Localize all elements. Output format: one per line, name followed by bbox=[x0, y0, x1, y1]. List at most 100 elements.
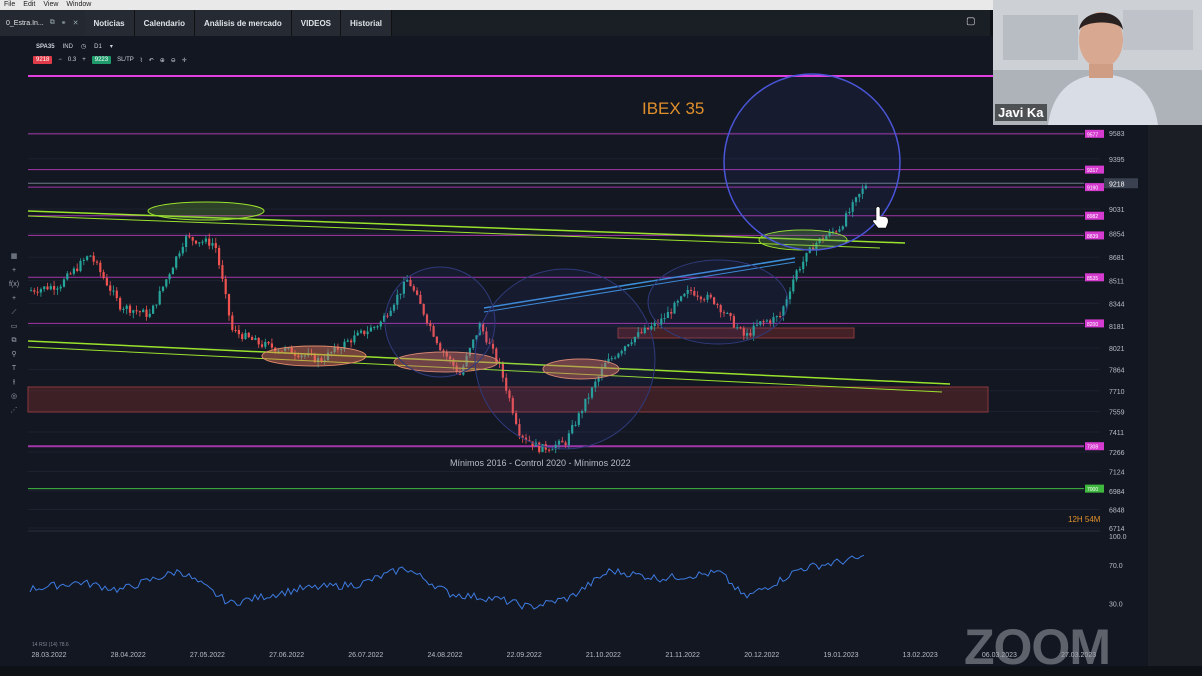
candle-body bbox=[204, 238, 207, 242]
price-tick: 6714 bbox=[1109, 526, 1125, 533]
rsi-line bbox=[29, 554, 865, 610]
candle-body bbox=[171, 267, 174, 275]
candle-body bbox=[201, 241, 204, 243]
zoom-out-icon[interactable]: ⊖ bbox=[171, 57, 176, 64]
level-badge-label: 9577 bbox=[1087, 132, 1098, 138]
buy-button[interactable]: 9223 bbox=[91, 56, 112, 64]
crosshair-tool-icon[interactable]: + bbox=[12, 294, 16, 304]
candle-body bbox=[125, 305, 128, 309]
candle-body bbox=[168, 274, 171, 280]
countdown-timer: 12H 54M bbox=[1068, 515, 1101, 524]
candle-body bbox=[805, 252, 808, 262]
undo-icon[interactable]: ↶ bbox=[149, 57, 154, 64]
candle-body bbox=[161, 286, 165, 292]
candle-body bbox=[138, 311, 141, 313]
rsi-tick: 70.0 bbox=[1109, 563, 1123, 570]
fib-icon[interactable]: ⫲ bbox=[13, 378, 15, 388]
price-tick: 7124 bbox=[1109, 470, 1125, 477]
tab-analisis[interactable]: Análisis de mercado bbox=[194, 10, 292, 36]
menu-file[interactable]: File bbox=[4, 0, 15, 10]
crosshair-icon[interactable]: ✛ bbox=[182, 57, 187, 64]
price-tick: 9583 bbox=[1109, 131, 1125, 138]
candle-body bbox=[350, 340, 353, 343]
candle-body bbox=[198, 242, 201, 244]
line-tool-icon[interactable]: ⟋ bbox=[12, 308, 17, 318]
webcam-video: Javi Ka bbox=[993, 0, 1202, 125]
candle-body bbox=[92, 255, 95, 262]
link-icon[interactable]: ⚭ bbox=[61, 19, 67, 27]
candle-body bbox=[128, 305, 132, 313]
share-icon[interactable]: ⋰ bbox=[11, 406, 18, 416]
candle-body bbox=[188, 236, 191, 238]
magnet-icon[interactable]: ⚲ bbox=[11, 350, 16, 360]
function-icon[interactable]: f(x) bbox=[9, 280, 19, 290]
candle-body bbox=[43, 286, 46, 290]
candle-body bbox=[142, 309, 145, 313]
candle-body bbox=[241, 334, 244, 340]
drawing-tools: ▦ + f(x) + ⟋ ▭ ⧉ ⚲ T ⫲ ◎ ⋰ bbox=[6, 252, 22, 416]
price-tick: 8681 bbox=[1109, 255, 1125, 262]
candle-body bbox=[224, 278, 227, 295]
candle-body bbox=[135, 310, 138, 312]
eye-icon[interactable]: ◎ bbox=[11, 392, 17, 402]
price-tick: 9031 bbox=[1109, 207, 1125, 214]
zoom-in-icon[interactable]: ⊕ bbox=[160, 57, 165, 64]
tab-historial[interactable]: Historial bbox=[341, 10, 393, 36]
sell-button[interactable]: 9218 bbox=[33, 56, 53, 64]
layers-icon[interactable]: ⧉ bbox=[12, 336, 17, 346]
market-label: IND bbox=[62, 43, 73, 50]
price-tick: 8021 bbox=[1109, 346, 1125, 353]
add-icon[interactable]: + bbox=[12, 266, 16, 276]
rectangle-icon[interactable]: ▭ bbox=[11, 322, 18, 332]
candle-body bbox=[208, 238, 211, 246]
price-tick: 7411 bbox=[1109, 430, 1124, 437]
line-chart-icon[interactable]: ⌇ bbox=[140, 57, 143, 64]
date-tick: 28.04.2022 bbox=[111, 652, 146, 659]
clock-icon[interactable]: ◷ bbox=[81, 43, 86, 50]
tab-videos[interactable]: VIDEOS bbox=[291, 10, 342, 36]
rsi-tick: 30.0 bbox=[1109, 601, 1123, 608]
candle-body bbox=[76, 268, 79, 271]
highlight-ellipse bbox=[261, 345, 367, 367]
popout-icon[interactable]: ⧉ bbox=[50, 19, 55, 27]
date-tick: 13.02.2023 bbox=[903, 652, 938, 659]
candle-body bbox=[650, 326, 653, 330]
candle-body bbox=[373, 326, 376, 328]
menu-edit[interactable]: Edit bbox=[23, 0, 35, 10]
price-chart[interactable]: 9583 9395 9218 9031 8854 8681 8511 8344 8181 8021… bbox=[0, 36, 1148, 666]
candle-body bbox=[363, 330, 366, 335]
symbol-label[interactable]: SPA35 bbox=[36, 44, 55, 50]
menu-window[interactable]: Window bbox=[66, 0, 91, 10]
price-tick: 6984 bbox=[1109, 489, 1125, 496]
chevron-down-icon[interactable]: ▾ bbox=[110, 43, 113, 50]
date-tick: 22.09.2022 bbox=[507, 652, 542, 659]
date-tick: 24.08.2022 bbox=[427, 652, 462, 659]
sltp-button[interactable]: SL/TP bbox=[117, 57, 134, 63]
tab-calendario[interactable]: Calendario bbox=[134, 10, 195, 36]
price-tick: 8344 bbox=[1109, 302, 1125, 309]
level-badge-label: 8982 bbox=[1087, 214, 1098, 220]
close-icon[interactable]: ✕ bbox=[73, 19, 79, 27]
candle-body bbox=[86, 256, 89, 260]
maximize-icon[interactable]: ▢ bbox=[966, 16, 975, 27]
minus-icon[interactable]: − bbox=[58, 57, 62, 63]
menu-view[interactable]: View bbox=[43, 0, 58, 10]
candle-body bbox=[53, 286, 56, 290]
highlight-ellipse bbox=[147, 201, 265, 221]
candle-body bbox=[33, 290, 36, 292]
workspace-tab[interactable]: 0_Estra.In... ⧉ ⚭ ✕ bbox=[0, 10, 85, 36]
rsi-label: 14 RSI (14) 78.6 bbox=[32, 642, 69, 648]
candle-body bbox=[152, 305, 155, 314]
price-tick: 7710 bbox=[1109, 389, 1125, 396]
timeframe-select[interactable]: D1 bbox=[94, 44, 102, 50]
text-tool-icon[interactable]: T bbox=[12, 364, 16, 374]
candle-body bbox=[653, 322, 656, 327]
level-badge-label: 9190 bbox=[1087, 186, 1098, 192]
candle-body bbox=[109, 285, 112, 291]
grid-icon[interactable]: ▦ bbox=[11, 252, 18, 262]
tab-noticias[interactable]: Noticias bbox=[84, 10, 135, 36]
candle-body bbox=[260, 344, 264, 347]
chart-title: IBEX 35 bbox=[642, 99, 704, 118]
candle-body bbox=[79, 260, 82, 271]
plus-icon[interactable]: + bbox=[82, 57, 86, 63]
